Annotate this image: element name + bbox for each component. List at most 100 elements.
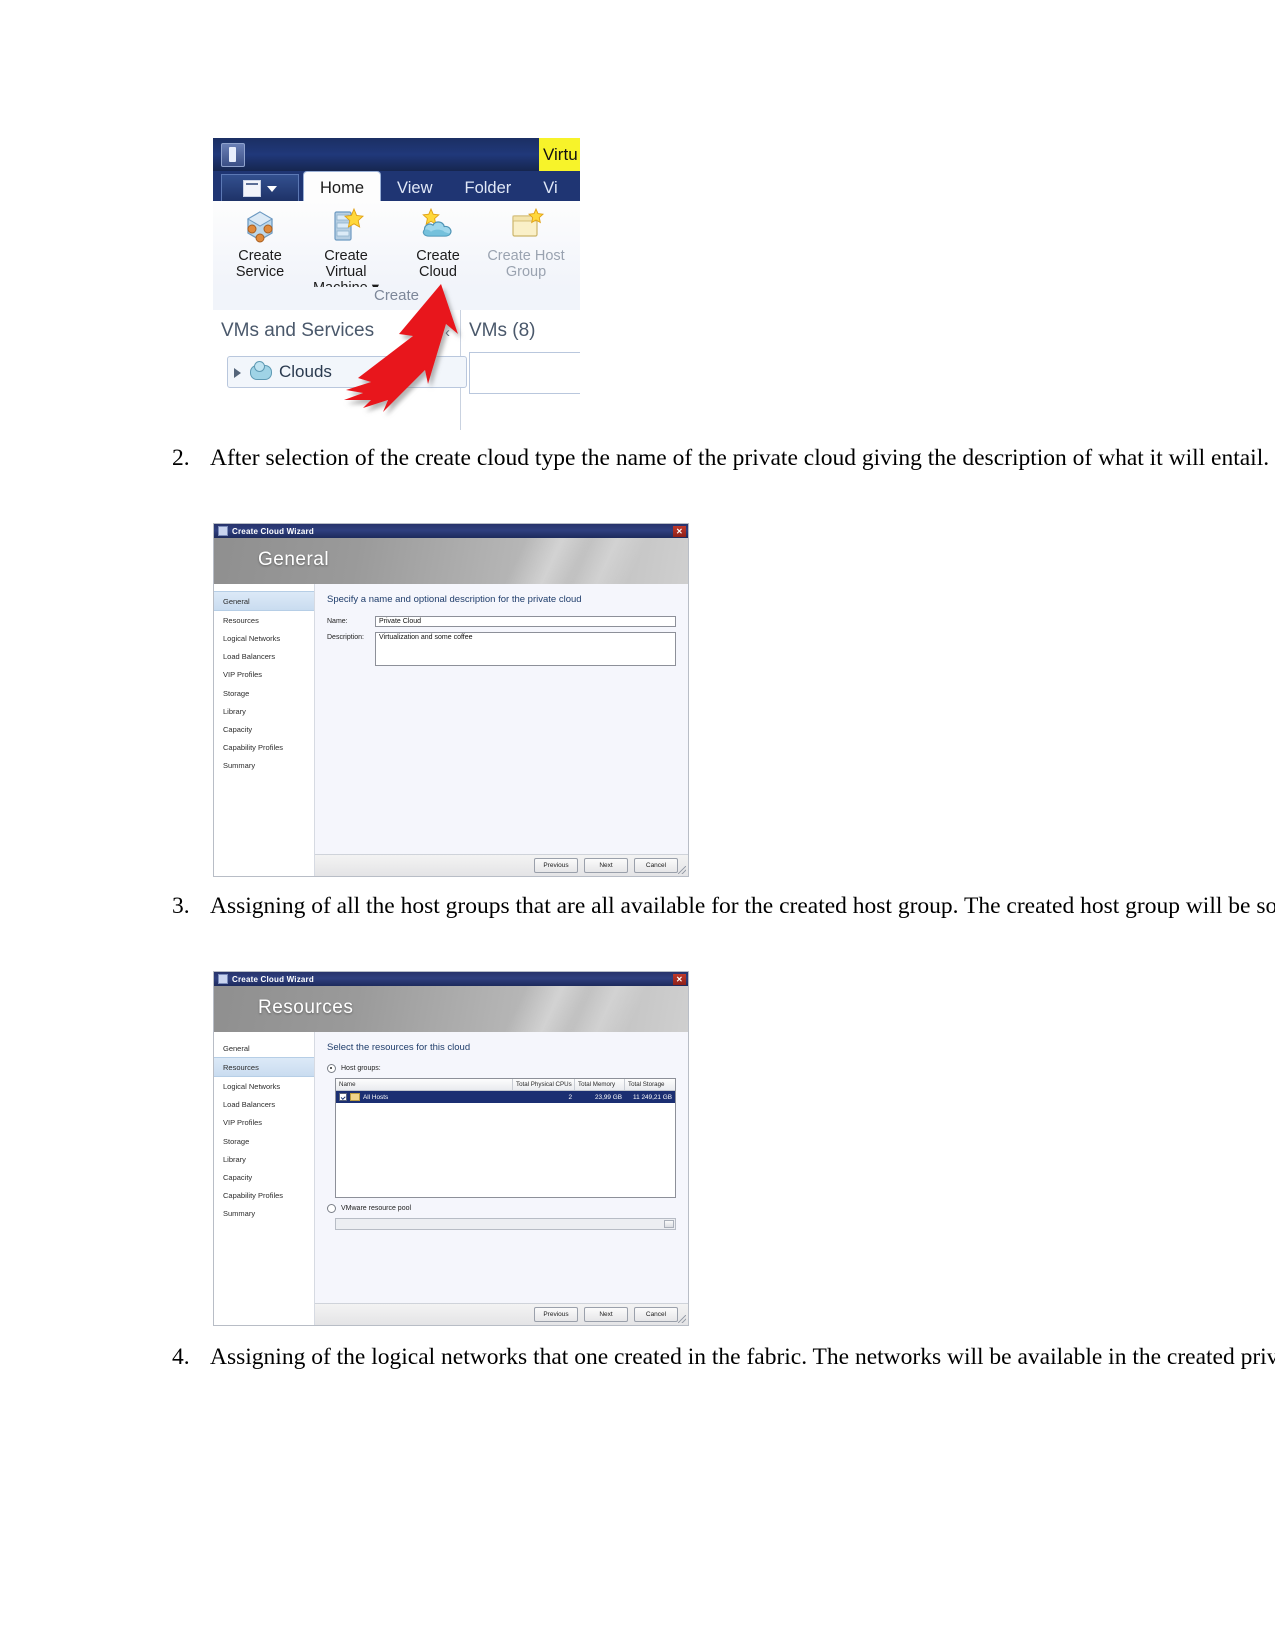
list-text: Assigning of the logical networks that o… xyxy=(210,1344,1275,1370)
wizard-step-nav: General Resources Logical Networks Load … xyxy=(214,1032,315,1325)
wizard-main-panel: Specify a name and optional description … xyxy=(315,584,688,876)
wizard-title-bar: Create Cloud Wizard ✕ xyxy=(214,972,688,986)
tab-view[interactable]: View xyxy=(381,171,448,201)
wizard-nav-library[interactable]: Library xyxy=(214,702,314,720)
wizard-nav-capacity[interactable]: Capacity xyxy=(214,720,314,738)
close-icon[interactable]: ✕ xyxy=(673,973,686,985)
scroll-right-icon[interactable] xyxy=(664,1220,674,1228)
radio-icon xyxy=(327,1064,336,1073)
ribbon-tabs: Home View Folder Vi xyxy=(303,171,574,201)
radio-vmware-resource-pool[interactable]: VMware resource pool xyxy=(327,1204,676,1213)
tree-node-clouds[interactable]: Clouds xyxy=(227,356,467,388)
wizard-nav-summary[interactable]: Summary xyxy=(214,1205,314,1223)
close-icon[interactable]: ✕ xyxy=(673,525,686,537)
wizard-nav-resources[interactable]: Resources xyxy=(214,1057,314,1078)
cell-name: All Hosts xyxy=(336,1093,513,1101)
name-label: Name: xyxy=(327,618,348,625)
ribbon-group-label: Create xyxy=(213,287,580,311)
wizard-nav-vip-profiles[interactable]: VIP Profiles xyxy=(214,666,314,684)
wizard-nav-vip-profiles[interactable]: VIP Profiles xyxy=(214,1114,314,1132)
wizard-nav-capability-profiles[interactable]: Capability Profiles xyxy=(214,1187,314,1205)
expand-triangle-icon[interactable] xyxy=(234,368,241,378)
wizard-nav-library[interactable]: Library xyxy=(214,1150,314,1168)
wizard-footer: Previous Next Cancel xyxy=(315,1303,688,1325)
wizard-nav-logical-networks[interactable]: Logical Networks xyxy=(214,1077,314,1095)
wizard-nav-load-balancers[interactable]: Load Balancers xyxy=(214,648,314,666)
cloud-icon xyxy=(250,360,272,380)
field-row-description: Description: Virtualization and some cof… xyxy=(327,632,676,666)
wizard-banner: Resources xyxy=(214,986,688,1032)
radio-label: Host groups: xyxy=(341,1065,381,1072)
wizard-nav-logical-networks[interactable]: Logical Networks xyxy=(214,629,314,647)
next-button[interactable]: Next xyxy=(584,858,628,873)
create-cloud-icon xyxy=(395,204,481,248)
tab-folder[interactable]: Folder xyxy=(448,171,527,201)
collapse-pane-chevron-icon[interactable]: ‹ xyxy=(445,324,450,341)
wizard-footer: Previous Next Cancel xyxy=(315,854,688,876)
create-virtual-machine-icon xyxy=(303,204,389,248)
banner-decoration xyxy=(403,986,688,1032)
pane-title-vms-and-services: VMs and Services xyxy=(221,320,375,341)
cell-total-physical-cpus: 2 xyxy=(568,1093,572,1101)
wizard-nav-capability-profiles[interactable]: Capability Profiles xyxy=(214,739,314,757)
horizontal-scrollbar[interactable] xyxy=(335,1218,676,1230)
checkbox-icon[interactable] xyxy=(339,1093,347,1101)
wizard-body: General Resources Logical Networks Load … xyxy=(214,1032,688,1325)
wizard-nav-storage[interactable]: Storage xyxy=(214,684,314,702)
cancel-button[interactable]: Cancel xyxy=(634,1307,678,1322)
ribbon-button-create-host-group[interactable]: Create Host Group xyxy=(483,204,569,280)
ribbon-button-create-cloud[interactable]: Create Cloud xyxy=(395,204,481,280)
radio-host-groups[interactable]: Host groups: xyxy=(327,1064,676,1073)
next-button[interactable]: Next xyxy=(584,1307,628,1322)
resize-grip-icon[interactable] xyxy=(678,1315,686,1323)
wizard-title-text: Create Cloud Wizard xyxy=(232,526,314,536)
ribbon-title-bar: Virtu xyxy=(213,138,580,171)
ribbon-button-create-virtual-machine[interactable]: Create Virtual Machine ▾ xyxy=(303,204,389,296)
wizard-nav-capacity[interactable]: Capacity xyxy=(214,1168,314,1186)
wizard-body: General Resources Logical Networks Load … xyxy=(214,584,688,876)
list-text: Assigning of all the host groups that ar… xyxy=(210,893,1275,919)
banner-decoration xyxy=(403,538,688,584)
document-page: Virtu Home View Folder Vi Create Service… xyxy=(0,0,1275,1650)
wizard-nav-general[interactable]: General xyxy=(214,1039,314,1057)
column-header-name[interactable]: Name xyxy=(336,1079,513,1090)
window-app-icon xyxy=(221,143,245,167)
ribbon-label-line1: Create xyxy=(416,248,460,264)
tab-home[interactable]: Home xyxy=(303,171,382,201)
figure-create-cloud-wizard-general: Create Cloud Wizard ✕ General General Re… xyxy=(213,523,689,877)
wizard-instruction: Specify a name and optional description … xyxy=(327,594,582,605)
table-row[interactable]: All Hosts 2 23,99 GB 11 249,21 GB xyxy=(336,1091,675,1103)
description-input[interactable]: Virtualization and some coffee xyxy=(375,632,676,666)
ribbon-button-create-service[interactable]: Create Service xyxy=(217,204,303,280)
wizard-step-title: Resources xyxy=(258,997,354,1018)
wizard-nav-general[interactable]: General xyxy=(214,591,314,612)
radio-label: VMware resource pool xyxy=(341,1205,412,1212)
ribbon-label-line1: Create Host xyxy=(487,248,565,264)
ribbon-label-line1: Create xyxy=(238,248,282,264)
column-header-total-storage[interactable]: Total Storage xyxy=(625,1079,675,1090)
ribbon-label-line1: Create Virtual xyxy=(324,248,368,280)
host-groups-table: Name Total Physical CPUs Total Memory To… xyxy=(335,1078,676,1198)
wizard-nav-storage[interactable]: Storage xyxy=(214,1132,314,1150)
wizard-step-nav: General Resources Logical Networks Load … xyxy=(214,584,315,876)
resize-grip-icon[interactable] xyxy=(678,866,686,874)
tab-view-truncated[interactable]: Vi xyxy=(527,171,573,201)
ribbon-label-line2: Cloud xyxy=(419,264,457,280)
wizard-nav-resources[interactable]: Resources xyxy=(214,611,314,629)
wizard-nav-load-balancers[interactable]: Load Balancers xyxy=(214,1096,314,1114)
chevron-down-icon xyxy=(267,185,277,192)
wizard-nav-summary[interactable]: Summary xyxy=(214,757,314,775)
list-number: 4. xyxy=(172,1344,190,1370)
list-item: 2. After selection of the create cloud t… xyxy=(172,438,1275,479)
column-header-total-physical-cpus[interactable]: Total Physical CPUs xyxy=(513,1079,575,1090)
name-input[interactable]: Private Cloud xyxy=(375,616,676,627)
cancel-button[interactable]: Cancel xyxy=(634,858,678,873)
column-header-total-memory[interactable]: Total Memory xyxy=(575,1079,625,1090)
previous-button[interactable]: Previous xyxy=(534,1307,578,1322)
app-menu-button[interactable] xyxy=(221,174,299,203)
wizard-title-bar: Create Cloud Wizard ✕ xyxy=(214,524,688,538)
list-number: 3. xyxy=(172,893,190,919)
create-host-group-icon xyxy=(483,204,569,248)
previous-button[interactable]: Previous xyxy=(534,858,578,873)
folder-icon xyxy=(350,1093,360,1101)
